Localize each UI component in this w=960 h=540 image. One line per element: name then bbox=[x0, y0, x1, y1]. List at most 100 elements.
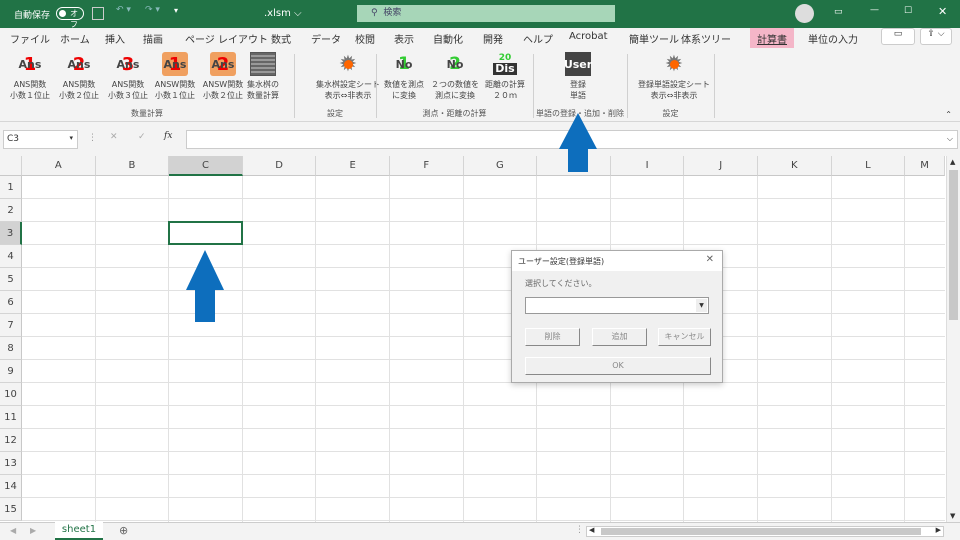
tab-8[interactable]: 表示 bbox=[394, 31, 414, 46]
customize-icon[interactable]: ▾ bbox=[174, 6, 178, 15]
column-header[interactable]: J bbox=[684, 156, 758, 176]
column-header[interactable]: K bbox=[758, 156, 832, 176]
ribbon-button-10[interactable]: User 登録 単語 bbox=[553, 52, 603, 101]
add-button[interactable]: 追加 bbox=[592, 328, 647, 346]
tab-4[interactable]: ページ レイアウト bbox=[185, 31, 268, 46]
ribbon-button-7[interactable]: 1 No 数値を測点 に変換 bbox=[379, 52, 429, 101]
ribbon-button-2[interactable]: 3 Ans ANS関数 小数３位止 bbox=[105, 52, 151, 101]
function-icon[interactable]: fx bbox=[164, 131, 172, 141]
redo-icon[interactable]: ↷ ▾ bbox=[145, 5, 160, 15]
tab-5[interactable]: 数式 bbox=[271, 31, 291, 46]
tab-16[interactable]: 単位の入力 bbox=[808, 31, 858, 46]
cancel-button[interactable]: キャンセル bbox=[658, 328, 711, 346]
sheet-split-icon[interactable]: ⋮ bbox=[575, 525, 584, 535]
row-header[interactable]: 1 bbox=[0, 176, 22, 199]
gridline bbox=[315, 176, 317, 522]
account-avatar-icon[interactable] bbox=[795, 4, 814, 23]
ans-icon: 3 Ans bbox=[116, 53, 140, 75]
selected-cell[interactable] bbox=[168, 221, 243, 245]
vertical-scrollbar[interactable]: ▲ ▼ bbox=[946, 156, 960, 522]
ribbon-button-5[interactable]: 集水桝の 数量計算 bbox=[243, 52, 283, 101]
column-header[interactable]: A bbox=[22, 156, 96, 176]
row-header[interactable]: 2 bbox=[0, 199, 22, 222]
scroll-down-icon[interactable]: ▼ bbox=[950, 512, 955, 520]
column-header[interactable]: L bbox=[831, 156, 906, 176]
tab-9[interactable]: 自動化 bbox=[433, 31, 463, 46]
search-icon: ⚲ bbox=[371, 8, 378, 18]
ribbon-display-icon[interactable]: ▭ bbox=[834, 7, 843, 17]
select-all[interactable] bbox=[0, 156, 22, 176]
row-header[interactable]: 14 bbox=[0, 475, 22, 498]
tab-0[interactable]: ファイル bbox=[10, 31, 50, 46]
tab-3[interactable]: 描画 bbox=[143, 31, 163, 46]
tab-13[interactable]: 簡単ツール bbox=[629, 31, 679, 46]
tab-11[interactable]: ヘルプ bbox=[523, 31, 553, 46]
column-header[interactable]: I bbox=[610, 156, 685, 176]
share-button[interactable]: ⇪ ⌵ bbox=[920, 28, 952, 45]
dialog-close-icon[interactable]: ✕ bbox=[706, 254, 714, 265]
tab-15[interactable]: 計算書 bbox=[750, 28, 794, 50]
scroll-up-icon[interactable]: ▲ bbox=[950, 158, 955, 166]
search-box[interactable]: ⚲ 検索 bbox=[357, 5, 615, 22]
tab-1[interactable]: ホーム bbox=[60, 31, 90, 46]
column-header[interactable]: F bbox=[390, 156, 464, 176]
ribbon-button-4[interactable]: 2 Ans ANSW関数 小数２位止 bbox=[200, 52, 246, 101]
column-header[interactable]: G bbox=[463, 156, 538, 176]
ribbon-button-9[interactable]: 20 Dis 距離の計算 ２０ｍ bbox=[480, 52, 530, 101]
row-header[interactable]: 8 bbox=[0, 337, 22, 360]
ribbon-button-11[interactable]: ✹ 登録単語設定シート表示⇔非表示 bbox=[634, 52, 714, 101]
row-header[interactable]: 13 bbox=[0, 452, 22, 475]
undo-icon[interactable]: ↶ ▾ bbox=[116, 5, 131, 15]
tab-14[interactable]: 体系ツリー bbox=[681, 31, 731, 46]
horizontal-scroll-thumb[interactable] bbox=[601, 528, 921, 535]
tab-2[interactable]: 挿入 bbox=[105, 31, 125, 46]
ribbon-button-3[interactable]: 1 Ans ANSW関数 小数１位止 bbox=[152, 52, 198, 101]
tab-12[interactable]: Acrobat bbox=[569, 31, 608, 42]
ribbon-button-0[interactable]: 1 Ans ANS関数 小数１位止 bbox=[7, 52, 53, 101]
autosave-toggle[interactable]: オフ bbox=[56, 7, 84, 29]
word-combobox[interactable]: ▼ bbox=[525, 297, 709, 314]
tab-10[interactable]: 開発 bbox=[483, 31, 503, 46]
column-header[interactable]: B bbox=[95, 156, 170, 176]
row-header[interactable]: 12 bbox=[0, 429, 22, 452]
prev-sheet-icon[interactable]: ◀ bbox=[10, 526, 16, 535]
name-box[interactable]: C3 ▾ bbox=[3, 130, 78, 149]
horizontal-scrollbar[interactable]: ◀ ▶ bbox=[586, 526, 944, 537]
column-header[interactable]: D bbox=[242, 156, 317, 176]
file-name[interactable]: .xlsm ⌵ bbox=[264, 8, 302, 19]
vertical-scroll-thumb[interactable] bbox=[949, 170, 958, 320]
add-sheet-icon[interactable]: ⊕ bbox=[119, 524, 128, 537]
row-header[interactable]: 5 bbox=[0, 268, 22, 291]
save-icon[interactable] bbox=[92, 7, 104, 20]
comments-button[interactable]: ▭ bbox=[881, 28, 915, 45]
cancel-icon[interactable]: ✕ bbox=[110, 132, 118, 142]
delete-button[interactable]: 削除 bbox=[525, 328, 580, 346]
row-header[interactable]: 7 bbox=[0, 314, 22, 337]
ribbon-button-1[interactable]: 2 Ans ANS関数 小数２位止 bbox=[56, 52, 102, 101]
row-header[interactable]: 10 bbox=[0, 383, 22, 406]
row-header[interactable]: 3 bbox=[0, 222, 22, 245]
combo-dropdown-icon[interactable]: ▼ bbox=[696, 299, 707, 312]
tab-7[interactable]: 校閲 bbox=[355, 31, 375, 46]
row-header[interactable]: 9 bbox=[0, 360, 22, 383]
sheet-tab[interactable]: sheet1 bbox=[55, 522, 103, 540]
ok-button[interactable]: OK bbox=[525, 357, 711, 375]
column-header[interactable]: M bbox=[905, 156, 945, 176]
tab-6[interactable]: データ bbox=[311, 31, 341, 46]
row-header[interactable]: 15 bbox=[0, 498, 22, 521]
ribbon-group-label: 数量計算 bbox=[131, 109, 163, 118]
column-header[interactable]: E bbox=[316, 156, 390, 176]
collapse-ribbon-icon[interactable]: ⌃ bbox=[945, 110, 952, 119]
maximize-icon[interactable]: ☐ bbox=[904, 6, 912, 16]
column-header[interactable]: C bbox=[169, 156, 243, 176]
row-header[interactable]: 11 bbox=[0, 406, 22, 429]
ribbon-group-label: 設定 bbox=[662, 109, 679, 118]
minimize-icon[interactable]: — bbox=[870, 5, 879, 15]
row-header[interactable]: 4 bbox=[0, 245, 22, 268]
search-placeholder: 検索 bbox=[383, 8, 402, 18]
close-icon[interactable]: ✕ bbox=[938, 5, 947, 18]
ribbon-button-8[interactable]: 2 No ２つの数値を 測点に変換 bbox=[430, 52, 480, 101]
row-header[interactable]: 6 bbox=[0, 291, 22, 314]
enter-icon[interactable]: ✓ bbox=[138, 132, 146, 142]
next-sheet-icon[interactable]: ▶ bbox=[30, 526, 36, 535]
